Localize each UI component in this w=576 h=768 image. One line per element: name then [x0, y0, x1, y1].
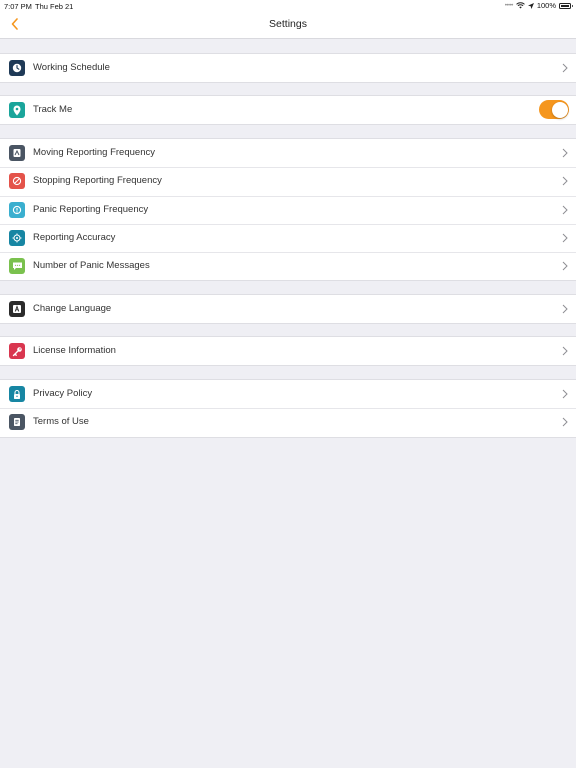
row-label: Reporting Accuracy [33, 231, 116, 243]
page-title: Settings [269, 18, 307, 30]
section-reporting: Moving Reporting Frequency Stopping Repo… [0, 138, 576, 282]
row-label: Working Schedule [33, 62, 110, 73]
chevron-right-icon [562, 233, 568, 243]
track-me-toggle[interactable] [539, 100, 569, 119]
location-pin-icon [9, 102, 25, 118]
settings-row-privacy-policy[interactable]: Privacy Policy [0, 380, 576, 408]
chevron-right-icon [562, 389, 568, 399]
section-track-me: Track Me [0, 95, 576, 126]
settings-row-working-schedule[interactable]: Working Schedule [0, 54, 576, 82]
toggle-knob [551, 101, 568, 118]
chevron-right-icon [562, 417, 568, 427]
chevron-right-icon [562, 205, 568, 214]
settings-row-track-me: Track Me [0, 96, 576, 124]
row-label: License Information [33, 345, 116, 356]
chevron-right-icon [562, 346, 568, 356]
chevron-right-icon [562, 304, 568, 314]
nav-bar: Settings [0, 11, 576, 39]
battery-icon [559, 2, 573, 9]
settings-row-number-of-panic-messages[interactable]: Number of Panic Messages [0, 252, 576, 280]
message-icon [9, 258, 25, 275]
clock-icon [9, 60, 25, 76]
battery-percent: 100% [536, 1, 556, 10]
crosshair-icon [9, 229, 25, 246]
chevron-right-icon [562, 176, 568, 186]
row-label: Terms of Use [33, 416, 89, 428]
row-label: Change Language [33, 303, 112, 314]
settings-row-license-information[interactable]: License Information [0, 337, 576, 365]
status-indicators: ••••• 100% [504, 1, 573, 10]
signal-icon: ••••• [504, 2, 514, 9]
row-label: Track Me [33, 104, 73, 115]
chevron-right-icon [562, 148, 568, 158]
settings-row-terms-of-use[interactable]: Terms of Use [0, 408, 576, 436]
settings-row-panic-reporting-frequency[interactable]: Panic Reporting Frequency [0, 195, 576, 224]
row-label: Stopping Reporting Frequency [33, 175, 162, 187]
document-icon [9, 414, 25, 431]
key-icon [9, 343, 25, 359]
section-working-schedule: Working Schedule [0, 53, 576, 84]
section-license: License Information [0, 336, 576, 367]
settings-row-moving-reporting-frequency[interactable]: Moving Reporting Frequency [0, 139, 576, 167]
settings-row-stopping-reporting-frequency[interactable]: Stopping Reporting Frequency [0, 167, 576, 195]
language-icon [9, 301, 25, 317]
chevron-right-icon [562, 63, 568, 73]
row-label: Moving Reporting Frequency [33, 147, 155, 158]
section-legal: Privacy Policy Terms of Use [0, 379, 576, 438]
panic-icon [9, 201, 25, 218]
moving-icon [9, 145, 25, 161]
stop-icon [9, 173, 25, 190]
row-label: Privacy Policy [33, 388, 93, 399]
settings-row-reporting-accuracy[interactable]: Reporting Accuracy [0, 223, 576, 252]
section-language: Change Language [0, 294, 576, 325]
status-time: 7:07 PM [4, 2, 32, 11]
status-bar: 7:07 PM Thu Feb 21 ••••• 100% [0, 0, 576, 11]
status-date: Thu Feb 21 [35, 2, 74, 11]
wifi-icon [515, 2, 525, 9]
row-label: Number of Panic Messages [33, 260, 150, 272]
chevron-right-icon [562, 261, 568, 271]
lock-icon [9, 386, 25, 402]
settings-row-change-language[interactable]: Change Language [0, 295, 576, 323]
location-arrow-icon [527, 2, 534, 9]
row-label: Panic Reporting Frequency [33, 203, 149, 215]
